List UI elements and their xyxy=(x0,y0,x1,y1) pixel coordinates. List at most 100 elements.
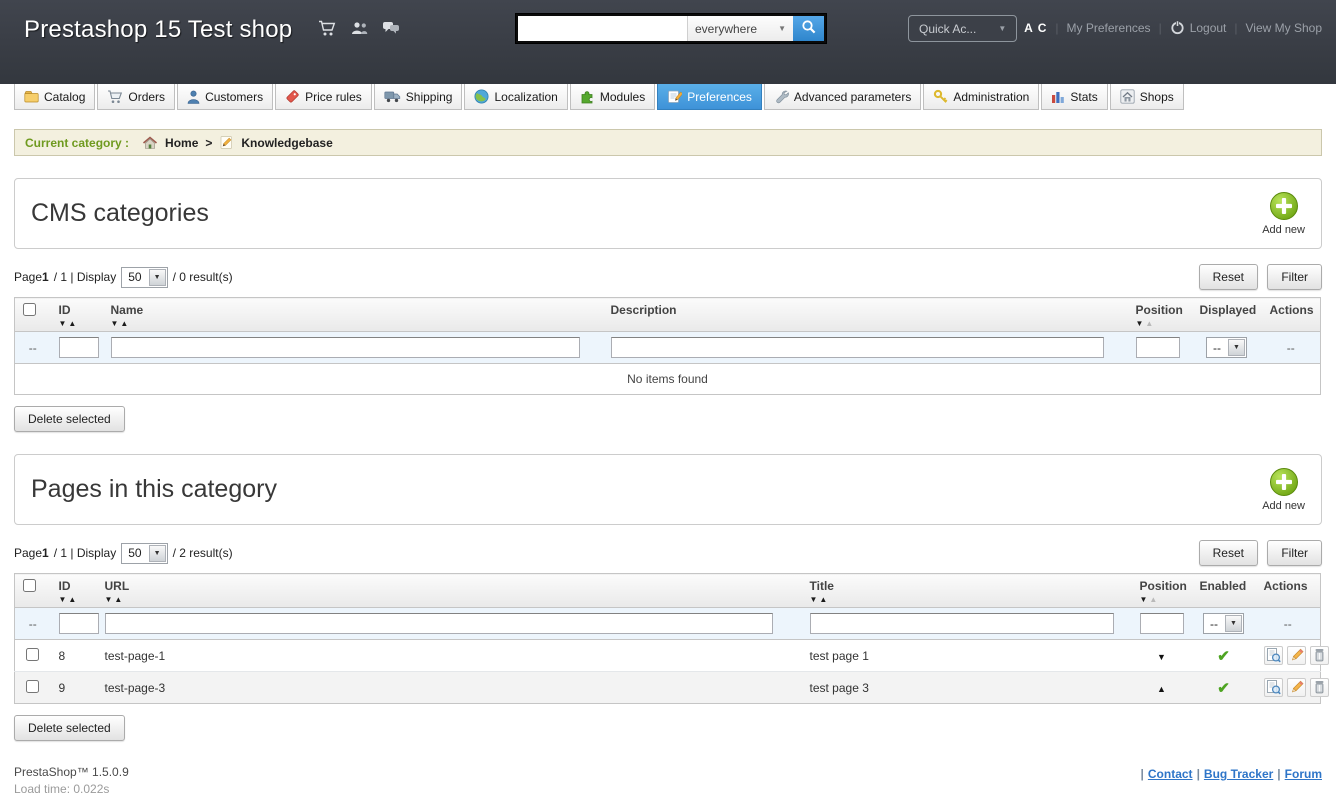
my-preferences-link[interactable]: My Preferences xyxy=(1067,21,1151,35)
tab-price-rules[interactable]: Price rules xyxy=(275,84,372,110)
load-time-text: Load time: 0.022s xyxy=(14,782,110,796)
row-checkbox[interactable] xyxy=(26,647,40,661)
column-position: Position xyxy=(1135,303,1183,317)
shop-home-icon xyxy=(1120,89,1135,104)
user-area: A C | My Preferences | Logout | View My … xyxy=(1024,20,1322,35)
folder-icon xyxy=(24,90,39,103)
bug-tracker-link[interactable]: Bug Tracker xyxy=(1204,767,1273,781)
filter-name-input[interactable] xyxy=(110,337,580,358)
search-input[interactable] xyxy=(518,16,687,41)
select-all-checkbox[interactable] xyxy=(23,303,36,316)
search-icon xyxy=(801,19,817,38)
forum-link[interactable]: Forum xyxy=(1285,767,1322,781)
tab-shipping[interactable]: Shipping xyxy=(373,84,463,110)
cart-icon[interactable] xyxy=(318,20,337,37)
tab-label: Orders xyxy=(128,89,166,104)
quick-access-dropdown[interactable]: Quick Ac... ▼ xyxy=(908,15,1018,42)
empty-message: No items found xyxy=(14,363,1321,395)
add-new-page-button[interactable]: Add new xyxy=(1262,467,1305,512)
sort-asc-icon[interactable]: ▲ xyxy=(1149,595,1157,604)
sort-desc-icon[interactable]: ▼ xyxy=(105,595,113,604)
cell-id: 9 xyxy=(50,671,97,704)
shop-title: Prestashop 15 Test shop xyxy=(24,16,293,43)
filter-position-input[interactable] xyxy=(1139,613,1184,634)
breadcrumb-label: Current category : xyxy=(25,135,130,150)
tab-localization[interactable]: Localization xyxy=(464,84,568,110)
view-icon[interactable] xyxy=(1263,646,1283,665)
search-button[interactable] xyxy=(793,16,824,41)
sort-asc-icon[interactable]: ▲ xyxy=(1145,319,1153,328)
sort-asc-icon[interactable]: ▲ xyxy=(819,595,827,604)
sort-desc-icon[interactable]: ▼ xyxy=(1136,319,1144,328)
delete-selected-button[interactable]: Delete selected xyxy=(14,406,125,432)
add-new-category-button[interactable]: Add new xyxy=(1262,191,1305,236)
tab-label: Stats xyxy=(1070,89,1098,104)
row-checkbox[interactable] xyxy=(26,679,40,693)
delete-icon[interactable] xyxy=(1309,678,1329,697)
filter-id-input[interactable] xyxy=(58,613,99,634)
sort-asc-icon[interactable]: ▲ xyxy=(114,595,122,604)
sort-asc-icon[interactable]: ▲ xyxy=(68,319,76,328)
filter-position-input[interactable] xyxy=(1135,337,1180,358)
breadcrumb-separator: > xyxy=(205,135,213,150)
view-icon[interactable] xyxy=(1263,678,1283,697)
tab-shops[interactable]: Shops xyxy=(1109,84,1184,110)
page-size-select[interactable]: 50 ▼ xyxy=(121,542,168,564)
sort-desc-icon[interactable]: ▼ xyxy=(810,595,818,604)
tab-orders[interactable]: Orders xyxy=(97,84,176,110)
view-my-shop-link[interactable]: View My Shop xyxy=(1246,21,1322,35)
delete-selected-button[interactable]: Delete selected xyxy=(14,715,125,741)
customers-icon[interactable] xyxy=(350,21,369,36)
sort-desc-icon[interactable]: ▼ xyxy=(59,595,67,604)
select-all-checkbox[interactable] xyxy=(23,579,36,592)
edit-icon[interactable] xyxy=(1286,646,1306,665)
sort-desc-icon[interactable]: ▼ xyxy=(59,319,67,328)
enabled-check-icon[interactable]: ✔ xyxy=(1217,648,1230,665)
sort-asc-icon[interactable]: ▲ xyxy=(120,319,128,328)
contact-link[interactable]: Contact xyxy=(1148,767,1193,781)
move-up-arrow[interactable]: ▲ xyxy=(1157,684,1166,694)
tab-customers[interactable]: Customers xyxy=(177,84,274,110)
column-displayed: Displayed xyxy=(1199,303,1257,317)
logout-link[interactable]: Logout xyxy=(1190,21,1227,35)
quick-access-label: Quick Ac... xyxy=(919,21,977,36)
filter-url-input[interactable] xyxy=(104,613,773,634)
enabled-check-icon[interactable]: ✔ xyxy=(1217,680,1230,697)
pencil-icon xyxy=(219,135,234,150)
sort-asc-icon[interactable]: ▲ xyxy=(68,595,76,604)
filter-button[interactable]: Filter xyxy=(1267,540,1322,566)
customer-icon xyxy=(187,90,200,104)
tab-modules[interactable]: Modules xyxy=(569,84,656,110)
separator: | xyxy=(1055,20,1059,35)
reset-button[interactable]: Reset xyxy=(1198,540,1258,566)
filter-displayed-select[interactable]: -- ▼ xyxy=(1206,337,1247,358)
pages-toolbar: Page 1 / 1 | Display 50 ▼ / 2 result(s) … xyxy=(14,540,1322,566)
tab-stats[interactable]: Stats xyxy=(1041,84,1108,110)
sort-desc-icon[interactable]: ▼ xyxy=(1140,595,1148,604)
delete-icon[interactable] xyxy=(1309,646,1329,665)
breadcrumb-home-link[interactable]: Home xyxy=(165,136,198,150)
reset-button[interactable]: Reset xyxy=(1198,264,1258,290)
filter-button[interactable]: Filter xyxy=(1267,264,1322,290)
tab-administration[interactable]: Administration xyxy=(923,84,1040,110)
tab-catalog[interactable]: Catalog xyxy=(14,84,96,110)
tab-preferences[interactable]: Preferences xyxy=(657,84,762,110)
no-filter: -- xyxy=(28,616,37,631)
tab-advanced-parameters[interactable]: Advanced parameters xyxy=(763,84,922,110)
pages-title: Pages in this category xyxy=(31,475,277,503)
search-scope-select[interactable]: everywhere ▼ xyxy=(687,16,793,41)
tab-label: Customers xyxy=(205,89,264,104)
sort-desc-icon[interactable]: ▼ xyxy=(111,319,119,328)
edit-icon[interactable] xyxy=(1286,678,1306,697)
move-down-arrow[interactable]: ▼ xyxy=(1157,652,1166,662)
no-filter: -- xyxy=(28,340,37,355)
filter-description-input[interactable] xyxy=(610,337,1105,358)
filter-enabled-select[interactable]: -- ▼ xyxy=(1203,613,1244,634)
separator: | xyxy=(1196,767,1200,781)
key-icon xyxy=(933,89,948,104)
page-size-select[interactable]: 50 ▼ xyxy=(121,266,168,288)
messages-icon[interactable] xyxy=(382,21,400,36)
filter-title-input[interactable] xyxy=(809,613,1115,634)
filter-id-input[interactable] xyxy=(58,337,99,358)
price-tag-icon xyxy=(285,89,300,104)
